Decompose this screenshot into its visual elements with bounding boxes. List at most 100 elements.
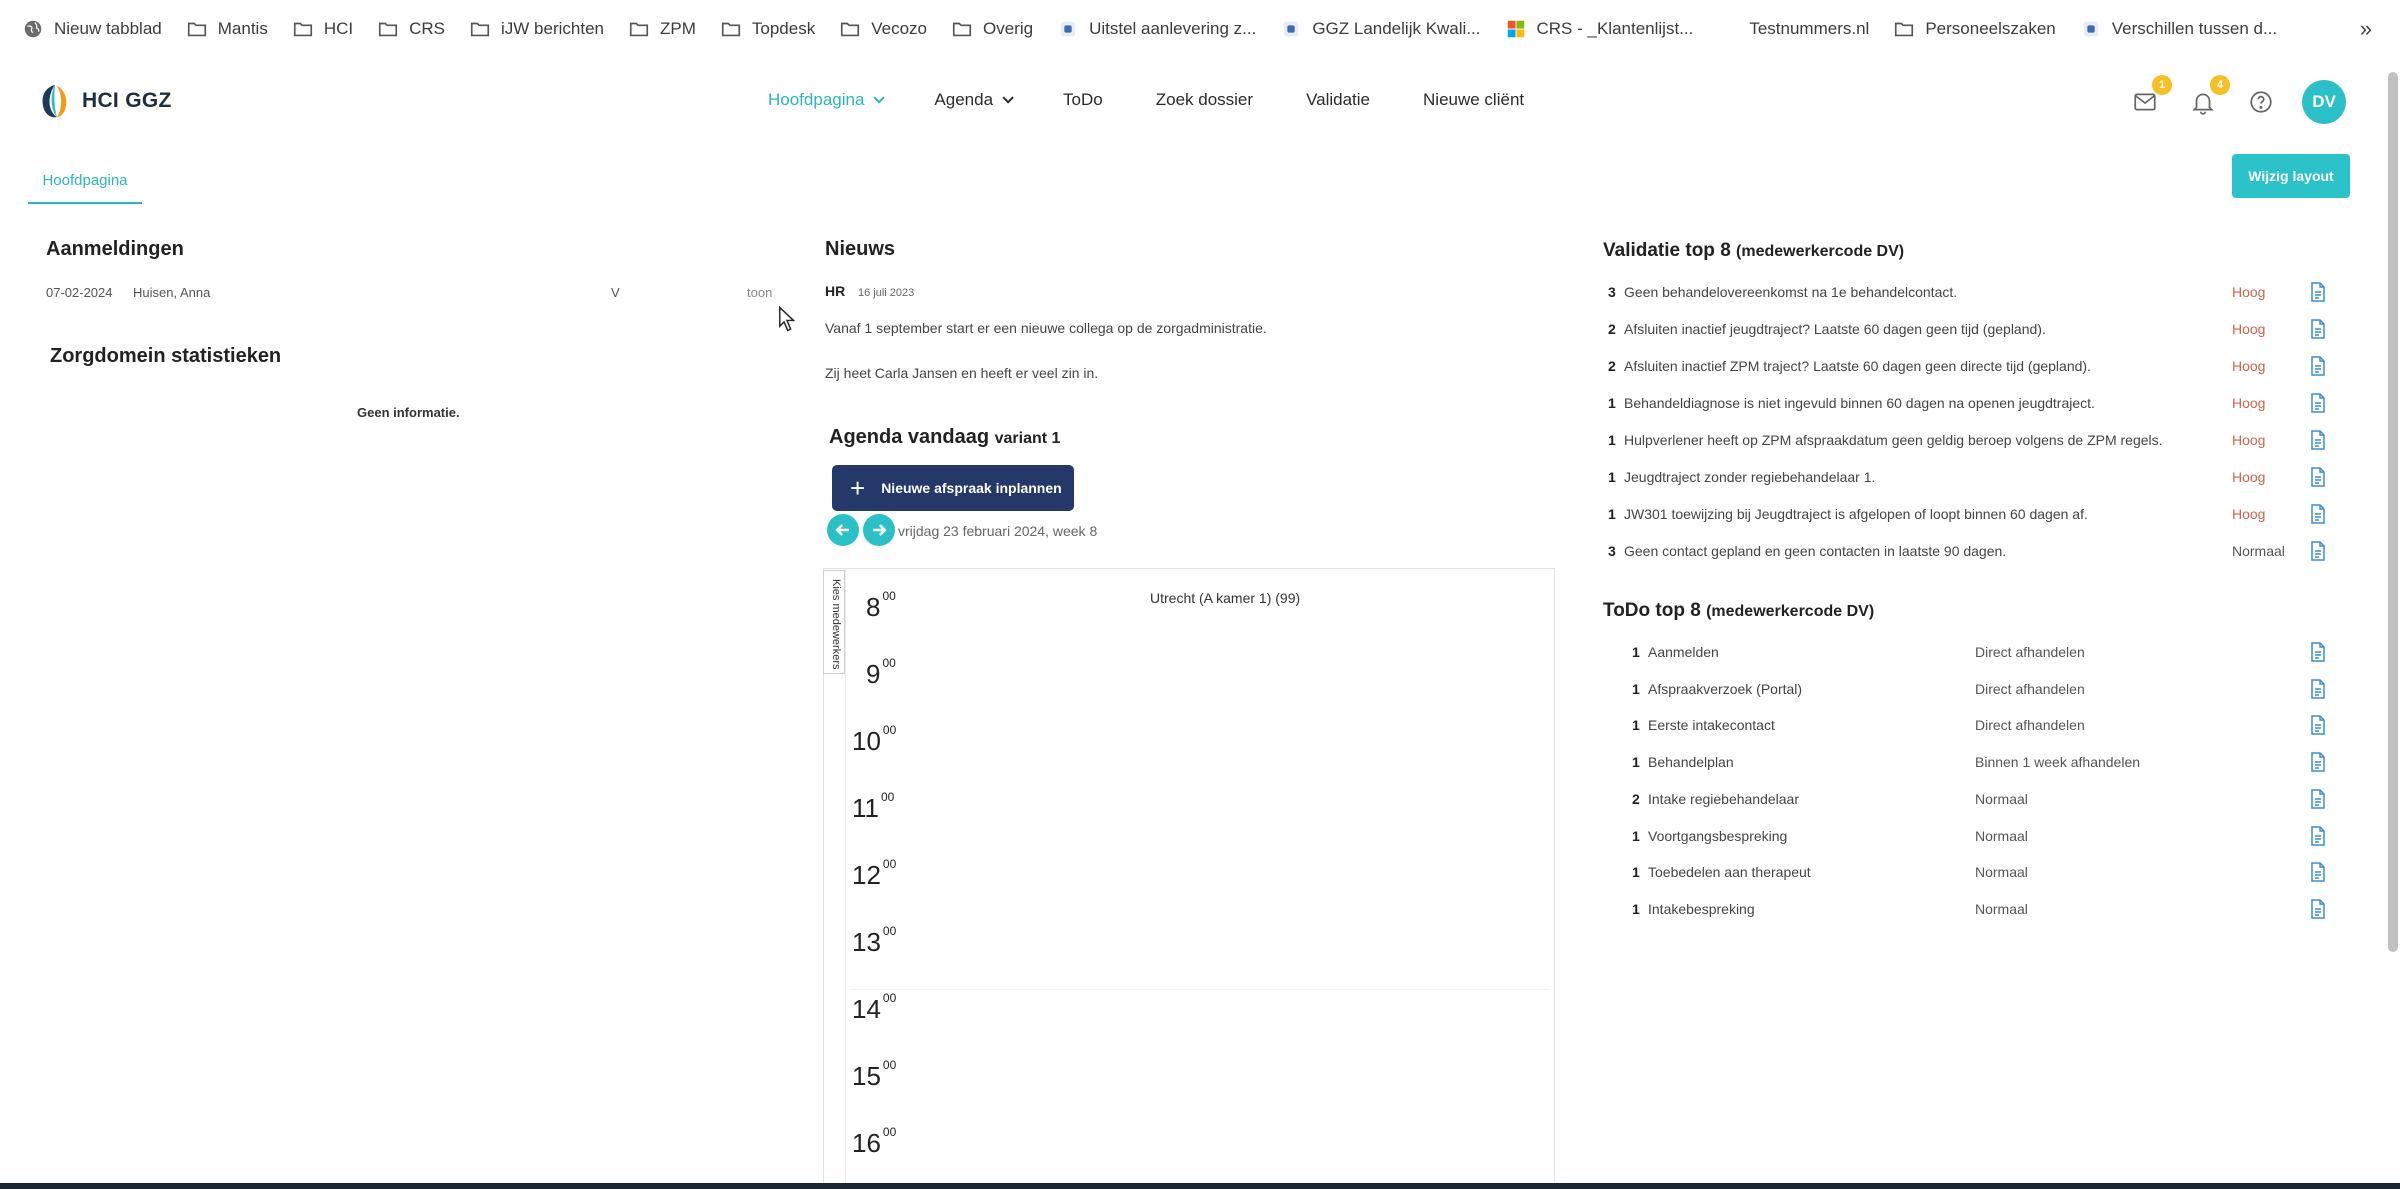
hour-label: 9 00 bbox=[866, 656, 896, 690]
document-icon[interactable] bbox=[2310, 678, 2326, 699]
validatie-text: Jeugdtraject zonder regiebehandelaar 1. bbox=[1624, 469, 1876, 485]
bookmark-label: iJW berichten bbox=[501, 19, 604, 38]
validatie-title: Validatie top 8 (medewerkercode DV) bbox=[1603, 240, 1904, 262]
notifications-button[interactable]: 4 bbox=[2188, 75, 2230, 117]
todo-text: Intakebespreking bbox=[1648, 900, 1755, 917]
document-icon[interactable] bbox=[2310, 825, 2326, 846]
folder-icon bbox=[720, 18, 752, 40]
bookmark-item[interactable]: Vecozo bbox=[827, 9, 939, 49]
chevron-down-icon bbox=[873, 92, 886, 104]
validatie-row[interactable]: 2 Afsluiten inactief ZPM traject? Laatste… bbox=[1600, 356, 2340, 388]
hour-minutes: 00 bbox=[882, 723, 897, 737]
nav-item-nieuwe-cli-nt[interactable]: Nieuwe cliënt bbox=[1423, 90, 1524, 110]
todo-row[interactable]: 1 Behandelplan Binnen 1 week afhandelen bbox=[1600, 752, 2340, 784]
document-icon[interactable] bbox=[2310, 642, 2326, 662]
validatie-row[interactable]: 3 Geen behandelovereenkomst na 1e behande… bbox=[1600, 282, 2340, 314]
page-scrollbar-thumb[interactable] bbox=[2388, 72, 2398, 952]
bookmark-item[interactable]: ZPM bbox=[616, 9, 708, 49]
top-navbar: HCI GGZ Hoofdpagina Agenda ToDo Zoek dossie… bbox=[0, 68, 2400, 136]
nav-item-label: Zoek dossier bbox=[1155, 90, 1254, 109]
document-icon[interactable] bbox=[2310, 862, 2326, 882]
aanmelding-name[interactable]: Huisen, Anna bbox=[133, 285, 210, 300]
mail-button[interactable]: 1 bbox=[2130, 75, 2172, 117]
todo-row[interactable]: 1 Eerste intakecontact Direct afhandelen bbox=[1600, 715, 2340, 747]
agenda-room-label: Utrecht (A kamer 1) (99) bbox=[1150, 590, 1301, 606]
bookmark-item[interactable]: CRS - _Klantenlijst... bbox=[1493, 9, 1706, 49]
document-icon[interactable] bbox=[2310, 504, 2326, 524]
hour-number: 11 bbox=[852, 793, 879, 823]
document-icon[interactable] bbox=[2310, 899, 2326, 919]
bookmark-item[interactable]: HCI bbox=[280, 9, 365, 49]
previous-day-button[interactable] bbox=[827, 514, 859, 546]
mouse-cursor-icon bbox=[779, 306, 796, 332]
bookmark-label: Mantis bbox=[217, 19, 268, 38]
todo-row[interactable]: 1 Voortgangsbespreking Normaal bbox=[1600, 825, 2340, 858]
todo-row[interactable]: 1 Toebedelen aan therapeut Normaal bbox=[1600, 862, 2340, 894]
validatie-row[interactable]: 3 Geen contact gepland en geen contacten … bbox=[1600, 541, 2340, 573]
document-icon[interactable] bbox=[2310, 541, 2326, 561]
hour-label: 14 00 bbox=[852, 991, 896, 1025]
todo-text: Voortgangsbespreking bbox=[1648, 827, 1788, 844]
todo-count: 1 bbox=[1632, 644, 1640, 660]
bookmark-item[interactable]: Personeelszaken bbox=[1881, 9, 2067, 49]
hour-number: 14 bbox=[852, 994, 881, 1024]
validatie-row[interactable]: 2 Afsluiten inactief jeugdtraject? Laatst… bbox=[1600, 319, 2340, 351]
hour-label: 11 00 bbox=[852, 790, 894, 824]
todo-row[interactable]: 1 Aanmelden Direct afhandelen bbox=[1600, 642, 2340, 674]
user-avatar[interactable]: DV bbox=[2302, 80, 2346, 124]
hour-label: 10 00 bbox=[852, 723, 897, 757]
bookmarks-overflow-button[interactable]: » bbox=[2360, 16, 2372, 42]
nav-item-validatie[interactable]: Validatie bbox=[1306, 90, 1370, 110]
nav-item-todo[interactable]: ToDo bbox=[1063, 90, 1103, 110]
nav-item-zoek-dossier[interactable]: Zoek dossier bbox=[1156, 90, 1253, 110]
agenda-calendar[interactable] bbox=[823, 568, 1555, 1189]
new-appointment-button[interactable]: + Nieuwe afspraak inplannen bbox=[832, 465, 1074, 511]
validatie-row[interactable]: 1 Behandeldiagnose is niet ingevuld binne… bbox=[1600, 393, 2340, 425]
todo-row[interactable]: 2 Intake regiebehandelaar Normaal bbox=[1600, 789, 2340, 821]
nav-item-agenda[interactable]: Agenda bbox=[934, 90, 1014, 110]
aanmelding-code: V bbox=[611, 285, 620, 300]
bookmark-item[interactable]: Nieuw tabblad bbox=[10, 9, 174, 49]
validatie-text: Afsluiten inactief jeugdtraject? Laatste… bbox=[1624, 321, 2046, 337]
document-icon[interactable] bbox=[2310, 430, 2326, 450]
zorgdomein-empty: Geen informatie. bbox=[357, 405, 460, 420]
choose-employees-tab[interactable]: Kies medewerkers bbox=[823, 570, 845, 674]
bookmark-item[interactable]: Overig bbox=[939, 9, 1045, 49]
document-icon[interactable] bbox=[2310, 752, 2326, 772]
brand-logo[interactable]: HCI GGZ bbox=[36, 82, 172, 120]
nav-item-hoofdpagina[interactable]: Hoofdpagina bbox=[768, 90, 886, 110]
bookmark-item[interactable]: Testnummers.nl bbox=[1705, 9, 1881, 49]
bookmark-label: Nieuw tabblad bbox=[54, 19, 162, 38]
help-button[interactable] bbox=[2246, 87, 2276, 117]
todo-urgency: Direct afhandelen bbox=[1975, 717, 2085, 734]
todo-urgency: Direct afhandelen bbox=[1975, 644, 2085, 660]
change-layout-button[interactable]: Wijzig layout bbox=[2232, 154, 2350, 198]
bookmark-item[interactable]: Topdesk bbox=[708, 9, 827, 49]
bookmark-item[interactable]: iJW berichten bbox=[457, 9, 616, 49]
document-icon[interactable] bbox=[2310, 319, 2326, 339]
document-icon[interactable] bbox=[2310, 282, 2326, 302]
document-icon[interactable] bbox=[2310, 393, 2326, 413]
calendar-gridline bbox=[845, 568, 846, 1189]
document-icon[interactable] bbox=[2310, 467, 2326, 487]
agenda-date: vrijdag 23 februari 2024, week 8 bbox=[898, 523, 1098, 539]
bookmark-item[interactable]: Verschillen tussen d... bbox=[2068, 9, 2289, 49]
document-icon[interactable] bbox=[2310, 356, 2326, 376]
bookmark-item[interactable]: CRS bbox=[365, 9, 457, 49]
validatie-priority: Hoog bbox=[2232, 321, 2266, 337]
next-day-button[interactable] bbox=[863, 514, 895, 546]
chevron-down-icon bbox=[1002, 92, 1014, 104]
document-icon[interactable] bbox=[2310, 715, 2326, 736]
bookmark-item[interactable]: Mantis bbox=[174, 9, 280, 49]
tab-hoofdpagina[interactable]: Hoofdpagina bbox=[28, 172, 142, 204]
validatie-count: 1 bbox=[1608, 469, 1616, 485]
aanmelding-show-link[interactable]: toon bbox=[747, 285, 772, 300]
document-icon[interactable] bbox=[2310, 789, 2326, 809]
validatie-row[interactable]: 1 Jeugdtraject zonder regiebehandelaar 1.… bbox=[1600, 467, 2340, 499]
todo-row[interactable]: 1 Afspraakverzoek (Portal) Direct afhandel… bbox=[1600, 678, 2340, 711]
validatie-row[interactable]: 1 Hulpverlener heeft op ZPM afspraakdatum… bbox=[1600, 430, 2340, 462]
todo-row[interactable]: 1 Intakebespreking Normaal bbox=[1600, 899, 2340, 931]
validatie-row[interactable]: 1 JW301 toewijzing bij Jeugdtraject is af… bbox=[1600, 504, 2340, 536]
bookmark-item[interactable]: Uitstel aanlevering z... bbox=[1045, 9, 1268, 49]
bookmark-item[interactable]: GGZ Landelijk Kwali... bbox=[1268, 9, 1492, 49]
